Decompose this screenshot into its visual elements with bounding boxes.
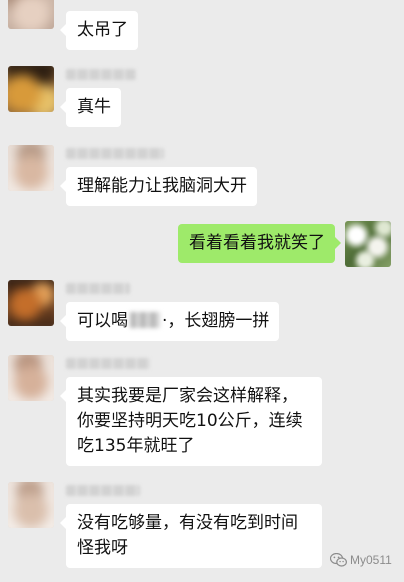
sender-name-redacted (66, 485, 140, 496)
avatar-icon[interactable] (8, 355, 54, 401)
message-text-line: 其实我要是厂家会这样解释， (77, 386, 298, 406)
message-bubble[interactable]: 其实我要是厂家会这样解释， 你要坚持明天吃10公斤，连续 吃135年就旺了 (60, 377, 322, 466)
avatar-icon[interactable] (8, 145, 54, 191)
message-text: 真牛 (77, 97, 111, 117)
sender-name-redacted (66, 283, 130, 294)
sent-message-bubble[interactable]: 看着看着我就笑了 (178, 224, 341, 263)
message-text-line: 没有吃够量，有没有吃到时间 (77, 513, 298, 533)
avatar-icon[interactable] (8, 280, 54, 326)
sender-name-redacted (66, 69, 136, 80)
avatar-icon[interactable] (8, 66, 54, 112)
message-text: 太吊了 (77, 20, 128, 40)
message-text-part: 可以喝 (77, 311, 128, 331)
avatar-image (8, 280, 54, 326)
watermark: My0511 (330, 552, 392, 568)
message-text: 理解能力让我脑洞大开 (77, 176, 247, 196)
message-text-line: 吃135年就旺了 (77, 436, 195, 456)
wechat-logo-icon (330, 553, 347, 567)
avatar-icon[interactable] (8, 0, 54, 29)
redacted-text (130, 312, 160, 328)
message-bubble[interactable]: 可以喝 ·，长翅膀一拼 (59, 302, 280, 341)
watermark-text: My0511 (350, 553, 392, 567)
avatar-image (8, 0, 54, 29)
message-text: 看着看着我就笑了 (189, 233, 325, 253)
avatar-image (8, 145, 54, 191)
message-text-line: 你要坚持明天吃10公斤，连续 (77, 411, 303, 431)
avatar-icon[interactable] (8, 482, 54, 528)
message-bubble[interactable]: 没有吃够量，有没有吃到时间 怪我呀 (60, 504, 322, 568)
message-bubble[interactable]: 真牛 (60, 88, 121, 127)
avatar-image (8, 482, 54, 528)
message-text: 可以喝 ·，长翅膀一拼 (77, 309, 269, 334)
my-avatar-icon[interactable] (345, 221, 391, 267)
avatar-image (345, 221, 391, 267)
avatar-image (8, 355, 54, 401)
message-bubble[interactable]: 理解能力让我脑洞大开 (60, 167, 257, 206)
message-text-part: ·，长翅膀一拼 (162, 311, 270, 331)
sender-name-redacted (66, 358, 150, 369)
sender-name-redacted (66, 148, 164, 159)
message-text-line: 怪我呀 (77, 538, 128, 558)
avatar-image (8, 66, 54, 112)
message-bubble[interactable]: 太吊了 (60, 11, 138, 50)
chat-screen: 太吊了 真牛 理解能力让我脑洞大开 看着看着我就笑了 可以喝 ·，长翅膀一拼 其… (0, 0, 404, 582)
